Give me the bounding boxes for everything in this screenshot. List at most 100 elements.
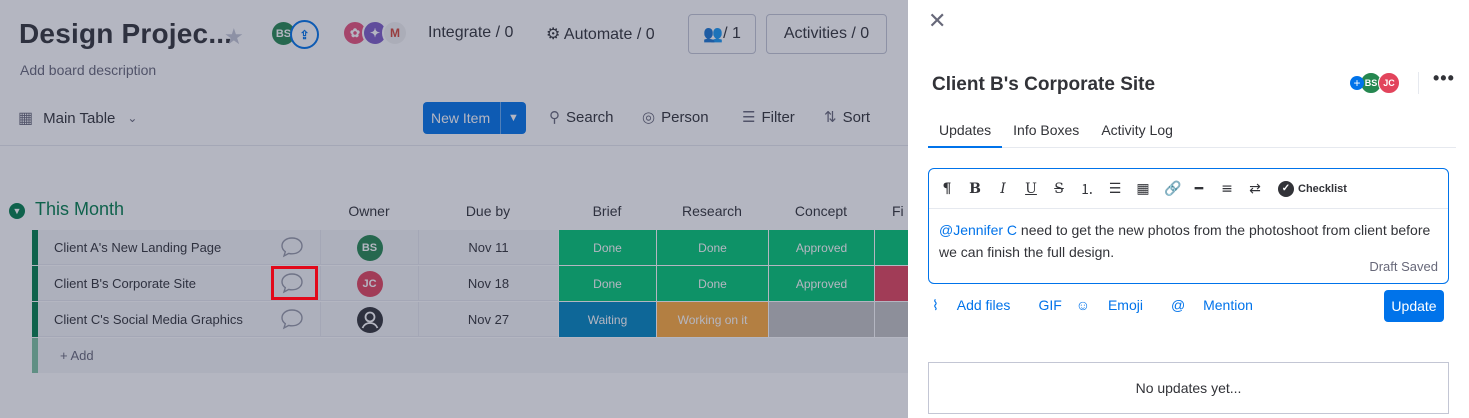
status-cell-concept[interactable]: Approved	[768, 230, 874, 265]
add-subscriber-icon[interactable]: +	[1350, 76, 1364, 90]
smiley-icon: ☺	[1075, 297, 1094, 313]
at-icon: @	[1170, 297, 1190, 313]
status-cell-brief[interactable]: Done	[558, 230, 656, 265]
person-label: Person	[661, 108, 709, 126]
members-button[interactable]: 👥/ 1	[688, 14, 756, 54]
activities-button[interactable]: Activities / 0	[766, 14, 887, 54]
group-color-bar	[32, 230, 38, 265]
due-date-cell[interactable]: Nov 18	[418, 266, 558, 301]
update-editor[interactable]: ¶ B I U S ⒈ ☰ ▦ 🔗 ━ ≡ ⇄ ✓ Checklist @Jenn…	[928, 168, 1449, 284]
item-name[interactable]: Client C's Social Media Graphics	[54, 312, 243, 327]
table-icon[interactable]: ▦	[1136, 181, 1150, 197]
add-files-button[interactable]: ⌇ Add files	[932, 297, 1024, 314]
divider-icon[interactable]: ━	[1192, 181, 1206, 197]
column-header-concept[interactable]: Concept	[768, 203, 874, 219]
update-button[interactable]: Update	[1384, 290, 1444, 322]
bulleted-list-icon[interactable]: ☰	[1108, 181, 1122, 197]
status-cell-final[interactable]	[874, 230, 908, 265]
chat-bubble-icon[interactable]	[280, 236, 304, 258]
status-cell-research[interactable]: Done	[656, 230, 768, 265]
chevron-down-icon[interactable]: ▼	[9, 203, 25, 219]
due-date-cell[interactable]: Nov 11	[418, 230, 558, 265]
status-cell-brief[interactable]: Waiting	[558, 302, 656, 337]
mention-button[interactable]: @ Mention	[1171, 297, 1267, 314]
people-icon: 👥	[703, 26, 724, 43]
italic-icon[interactable]: I	[996, 181, 1010, 197]
new-item-button[interactable]: New Item ▼	[423, 102, 526, 134]
editor-body[interactable]: @Jennifer C need to get the new photos f…	[939, 219, 1434, 263]
group-title[interactable]: This Month	[35, 199, 124, 220]
column-header-owner[interactable]: Owner	[320, 203, 418, 219]
panel-tabs: Updates Info Boxes Activity Log	[928, 116, 1456, 148]
board-area: Design Projec... ★ Add board description…	[0, 0, 908, 418]
status-cell-final[interactable]	[874, 266, 908, 301]
status-cell-brief[interactable]: Done	[558, 266, 656, 301]
board-title[interactable]: Design Projec...	[19, 18, 232, 50]
subscribers[interactable]: + BS JC	[1350, 72, 1400, 94]
strikethrough-icon[interactable]: S	[1052, 181, 1066, 197]
numbered-list-icon[interactable]: ⒈	[1080, 179, 1094, 199]
add-item-label[interactable]: + Add	[60, 348, 94, 363]
underline-icon[interactable]: U	[1024, 181, 1038, 197]
tab-updates[interactable]: Updates	[928, 116, 1003, 148]
star-icon[interactable]: ★	[224, 24, 244, 50]
status-cell-concept[interactable]	[768, 302, 874, 337]
sort-button[interactable]: ⇅ Sort	[824, 108, 870, 127]
close-icon[interactable]: ✕	[928, 8, 946, 34]
tab-activity-log[interactable]: Activity Log	[1090, 116, 1184, 148]
emoji-button[interactable]: ☺ Emoji	[1076, 297, 1157, 314]
view-selector[interactable]: ▦ Main Table ⌄	[18, 108, 137, 128]
item-name[interactable]: Client A's New Landing Page	[54, 240, 221, 255]
owner-cell[interactable]: BS	[320, 230, 418, 265]
divider	[0, 145, 908, 146]
bold-icon[interactable]: B	[968, 181, 982, 197]
group-color-bar	[32, 266, 38, 301]
item-name[interactable]: Client B's Corporate Site	[54, 276, 196, 291]
link-icon[interactable]: 🔗	[1164, 181, 1181, 197]
add-item-row[interactable]: + Add	[32, 338, 908, 373]
gif-button[interactable]: GIF	[1038, 297, 1061, 314]
status-cell-concept[interactable]: Approved	[768, 266, 874, 301]
group-color-bar	[32, 338, 38, 373]
checklist-button[interactable]: ✓ Checklist	[1278, 180, 1347, 197]
integrate-button[interactable]: Integrate / 0	[428, 24, 513, 42]
chevron-down-icon[interactable]: ▼	[500, 102, 526, 134]
search-button[interactable]: ⚲ Search	[549, 108, 614, 127]
draft-status: Draft Saved	[1369, 259, 1438, 274]
filter-button[interactable]: ☰ Filter	[742, 108, 795, 127]
more-options-icon[interactable]: •••	[1433, 68, 1455, 89]
column-header-due[interactable]: Due by	[418, 203, 558, 219]
new-item-label: New Item	[431, 110, 491, 126]
status-cell-research[interactable]: Done	[656, 266, 768, 301]
direction-icon[interactable]: ⇄	[1248, 181, 1262, 197]
owner-cell[interactable]	[320, 302, 418, 337]
share-icon[interactable]: ⇪	[290, 20, 319, 49]
integrations-icons[interactable]: ✿ ✦ M	[342, 20, 408, 46]
group-color-bar	[32, 302, 38, 337]
person-filter-button[interactable]: ◎ Person	[642, 108, 709, 127]
paragraph-icon[interactable]: ¶	[940, 181, 954, 197]
filter-icon: ☰	[742, 109, 756, 126]
chevron-down-icon: ⌄	[127, 111, 138, 125]
table-row[interactable]: Client A's New Landing Page BS Nov 11 Do…	[32, 230, 908, 265]
column-header-brief[interactable]: Brief	[558, 203, 656, 219]
tab-info-boxes[interactable]: Info Boxes	[1002, 116, 1090, 148]
person-icon	[356, 306, 383, 333]
status-cell-final[interactable]	[874, 302, 908, 337]
table-row[interactable]: Client B's Corporate Site JC Nov 18 Done…	[32, 266, 908, 301]
owner-cell[interactable]: JC	[320, 266, 418, 301]
due-date-cell[interactable]: Nov 27	[418, 302, 558, 337]
gmail-icon: M	[382, 20, 408, 46]
automate-label: Automate / 0	[563, 26, 655, 43]
automate-button[interactable]: ⚙ Automate / 0	[546, 24, 655, 44]
align-icon[interactable]: ≡	[1220, 181, 1234, 197]
column-header-final[interactable]: Fi	[874, 203, 908, 219]
mention-tag[interactable]: @Jennifer C	[939, 222, 1017, 238]
table-row[interactable]: Client C's Social Media Graphics Nov 27 …	[32, 302, 908, 337]
members-count: / 1	[723, 25, 741, 42]
chat-bubble-icon[interactable]	[280, 308, 304, 330]
item-title[interactable]: Client B's Corporate Site	[932, 74, 1155, 96]
status-cell-research[interactable]: Working on it	[656, 302, 768, 337]
column-header-research[interactable]: Research	[656, 203, 768, 219]
board-description[interactable]: Add board description	[20, 62, 156, 78]
